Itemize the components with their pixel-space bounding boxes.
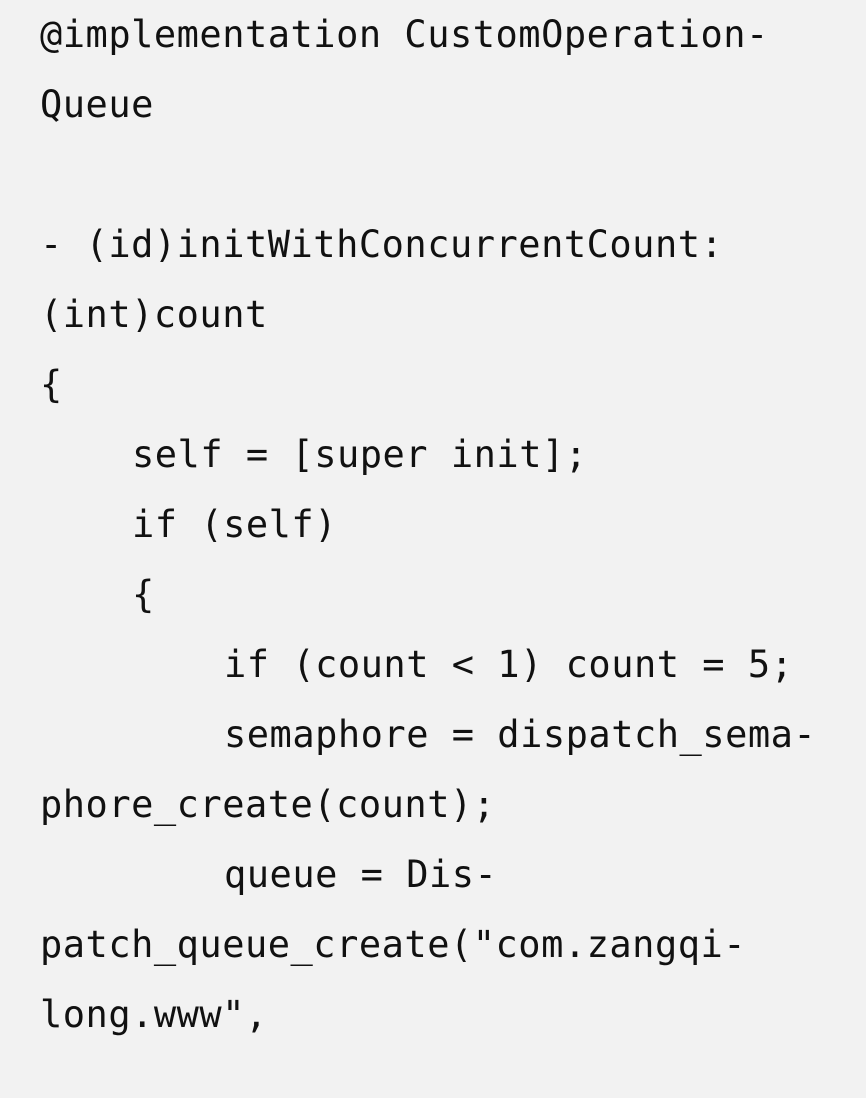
code-line: if (count < 1) count = 5; bbox=[224, 643, 794, 686]
code-line: - (id)initWithConcurrentCount: bbox=[40, 223, 724, 266]
code-line: if (self) bbox=[132, 503, 337, 546]
code-block: @implementation CustomOperation- Queue -… bbox=[40, 0, 850, 1050]
code-line: phore_create(count); bbox=[40, 783, 496, 826]
code-line: @implementation CustomOperation- bbox=[40, 13, 769, 56]
code-line: long.www", bbox=[40, 993, 268, 1036]
code-line: (int)count bbox=[40, 293, 268, 336]
code-line: self = [super init]; bbox=[132, 433, 588, 476]
code-line: { bbox=[40, 363, 63, 406]
code-line: semaphore = dispatch_sema- bbox=[224, 713, 817, 756]
code-line: queue = Dis- bbox=[224, 853, 498, 896]
code-line: { bbox=[132, 573, 155, 616]
code-line: Queue bbox=[40, 83, 154, 126]
code-line: patch_queue_create("com.zangqi- bbox=[40, 923, 747, 966]
